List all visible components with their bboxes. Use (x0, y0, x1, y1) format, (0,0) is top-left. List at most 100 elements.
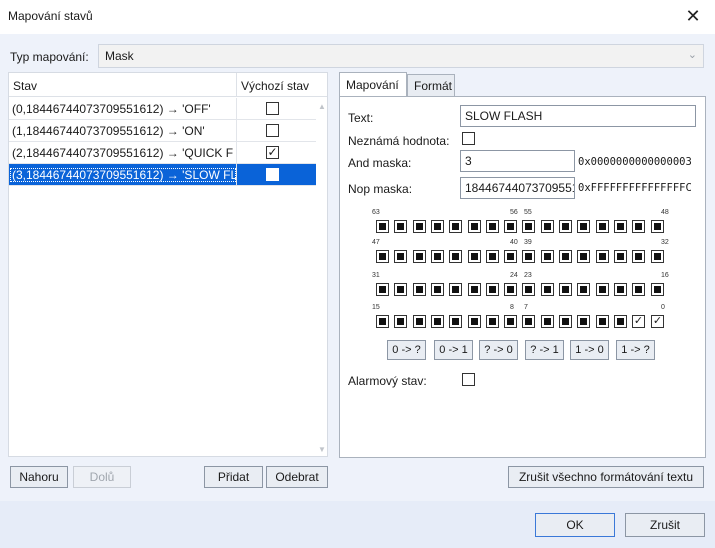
close-icon[interactable]: ✕ (681, 4, 705, 28)
column-header-default[interactable]: Výchozí stav (241, 79, 309, 93)
bit-op-button[interactable]: 1 -> ? (616, 340, 655, 360)
tab-format[interactable]: Formát (407, 74, 455, 97)
bit-checkbox[interactable] (541, 283, 554, 296)
table-row[interactable]: (0,18446744073709551612) → 'OFF' (9, 98, 316, 120)
bit-checkbox[interactable] (486, 220, 499, 233)
add-button[interactable]: Přidat (204, 466, 263, 488)
bit-checkbox[interactable] (559, 283, 572, 296)
bit-checkbox[interactable] (522, 250, 535, 263)
bit-checkbox[interactable] (468, 315, 481, 328)
alarm-state-checkbox[interactable] (462, 373, 475, 386)
tab-mapping[interactable]: Mapování (339, 72, 407, 97)
bit-checkbox[interactable] (614, 220, 627, 233)
scroll-up-icon[interactable]: ▲ (318, 102, 326, 111)
bit-checkbox[interactable] (541, 315, 554, 328)
bit-checkbox[interactable] (559, 220, 572, 233)
bit-checkbox[interactable] (449, 250, 462, 263)
remove-button[interactable]: Odebrat (266, 466, 328, 488)
bit-op-button[interactable]: ? -> 0 (479, 340, 518, 360)
text-input[interactable]: SLOW FLASH (460, 105, 696, 127)
bit-checkbox[interactable] (413, 315, 426, 328)
bit-checkbox[interactable] (504, 315, 517, 328)
bit-checkbox[interactable] (468, 250, 481, 263)
bit-checkbox[interactable]: ✓ (632, 315, 645, 328)
bit-op-button[interactable]: 0 -> ? (387, 340, 426, 360)
bit-checkbox[interactable] (577, 315, 590, 328)
bit-checkbox[interactable] (614, 315, 627, 328)
bit-checkbox[interactable] (596, 315, 609, 328)
bit-checkbox[interactable] (486, 283, 499, 296)
bit-checkbox[interactable] (376, 220, 389, 233)
bit-checkbox[interactable] (504, 220, 517, 233)
ok-button[interactable]: OK (535, 513, 615, 537)
bit-checkbox[interactable] (632, 283, 645, 296)
column-header-state[interactable]: Stav (13, 79, 37, 93)
column-divider[interactable] (236, 73, 237, 97)
bit-op-button[interactable]: 0 -> 1 (434, 340, 473, 360)
default-state-checkbox[interactable] (266, 168, 279, 181)
default-state-checkbox[interactable]: ✓ (266, 146, 279, 159)
table-row[interactable]: (1,18446744073709551612) → 'ON' (9, 120, 316, 142)
bit-checkbox[interactable] (577, 250, 590, 263)
bit-checkbox[interactable] (577, 220, 590, 233)
bit-checkbox[interactable] (596, 220, 609, 233)
bit-checkbox[interactable] (413, 220, 426, 233)
move-up-button[interactable]: Nahoru (10, 466, 68, 488)
bit-checkbox[interactable] (486, 315, 499, 328)
bit-checkbox[interactable] (632, 250, 645, 263)
bit-checkbox[interactable] (394, 250, 407, 263)
bit-checkbox[interactable] (651, 250, 664, 263)
bit-checkbox[interactable] (376, 283, 389, 296)
bit-checkbox[interactable] (376, 250, 389, 263)
bit-checkbox[interactable] (651, 220, 664, 233)
bit-checkbox[interactable] (577, 283, 590, 296)
bit-checkbox[interactable] (541, 250, 554, 263)
table-row[interactable]: (3,18446744073709551612) → 'SLOW FLA (9, 164, 316, 186)
bit-checkbox[interactable] (632, 220, 645, 233)
bit-checkbox[interactable] (431, 220, 444, 233)
bit-checkbox[interactable] (504, 250, 517, 263)
bit-checkbox[interactable] (394, 315, 407, 328)
nop-mask-input[interactable]: 18446744073709551612 (460, 177, 575, 199)
bit-checkbox[interactable] (522, 220, 535, 233)
bit-checkbox[interactable] (596, 250, 609, 263)
clear-formatting-button[interactable]: Zrušit všechno formátování textu (508, 466, 704, 488)
bit-checkbox[interactable] (504, 283, 517, 296)
bit-checkbox[interactable] (431, 283, 444, 296)
default-state-checkbox[interactable] (266, 102, 279, 115)
bit-checkbox[interactable] (413, 250, 426, 263)
bit-checkbox[interactable] (431, 250, 444, 263)
bit-checkbox[interactable] (394, 283, 407, 296)
bit-checkbox[interactable] (486, 250, 499, 263)
move-down-button[interactable]: Dolů (73, 466, 131, 488)
bit-op-button[interactable]: 1 -> 0 (570, 340, 609, 360)
bit-checkbox[interactable] (522, 315, 535, 328)
default-state-checkbox[interactable] (266, 124, 279, 137)
bit-checkbox[interactable] (614, 283, 627, 296)
bit-op-button[interactable]: ? -> 1 (525, 340, 564, 360)
and-mask-input[interactable]: 3 (460, 150, 575, 172)
bit-checkbox[interactable] (541, 220, 554, 233)
bit-checkbox[interactable] (559, 250, 572, 263)
bit-checkbox[interactable] (413, 283, 426, 296)
scroll-down-icon[interactable]: ▼ (318, 445, 326, 454)
bit-checkbox[interactable] (651, 283, 664, 296)
bit-checkbox[interactable] (431, 315, 444, 328)
bit-checkbox[interactable] (449, 283, 462, 296)
bit-checkbox[interactable] (522, 283, 535, 296)
bit-checkbox[interactable] (596, 283, 609, 296)
bit-checkbox[interactable] (394, 220, 407, 233)
table-row[interactable]: (2,18446744073709551612) → 'QUICK FLA ✓ (9, 142, 316, 164)
table-scrollbar[interactable]: ▲ ▼ (316, 98, 327, 456)
bit-checkbox[interactable] (614, 250, 627, 263)
mapping-type-select[interactable]: Mask ⌄ (98, 44, 704, 68)
bit-checkbox[interactable] (449, 220, 462, 233)
bit-checkbox[interactable] (559, 315, 572, 328)
bit-checkbox[interactable] (468, 220, 481, 233)
bit-checkbox[interactable] (468, 283, 481, 296)
bit-checkbox[interactable]: ✓ (651, 315, 664, 328)
cancel-button[interactable]: Zrušit (625, 513, 705, 537)
bit-checkbox[interactable] (449, 315, 462, 328)
unknown-value-checkbox[interactable] (462, 132, 475, 145)
bit-checkbox[interactable] (376, 315, 389, 328)
